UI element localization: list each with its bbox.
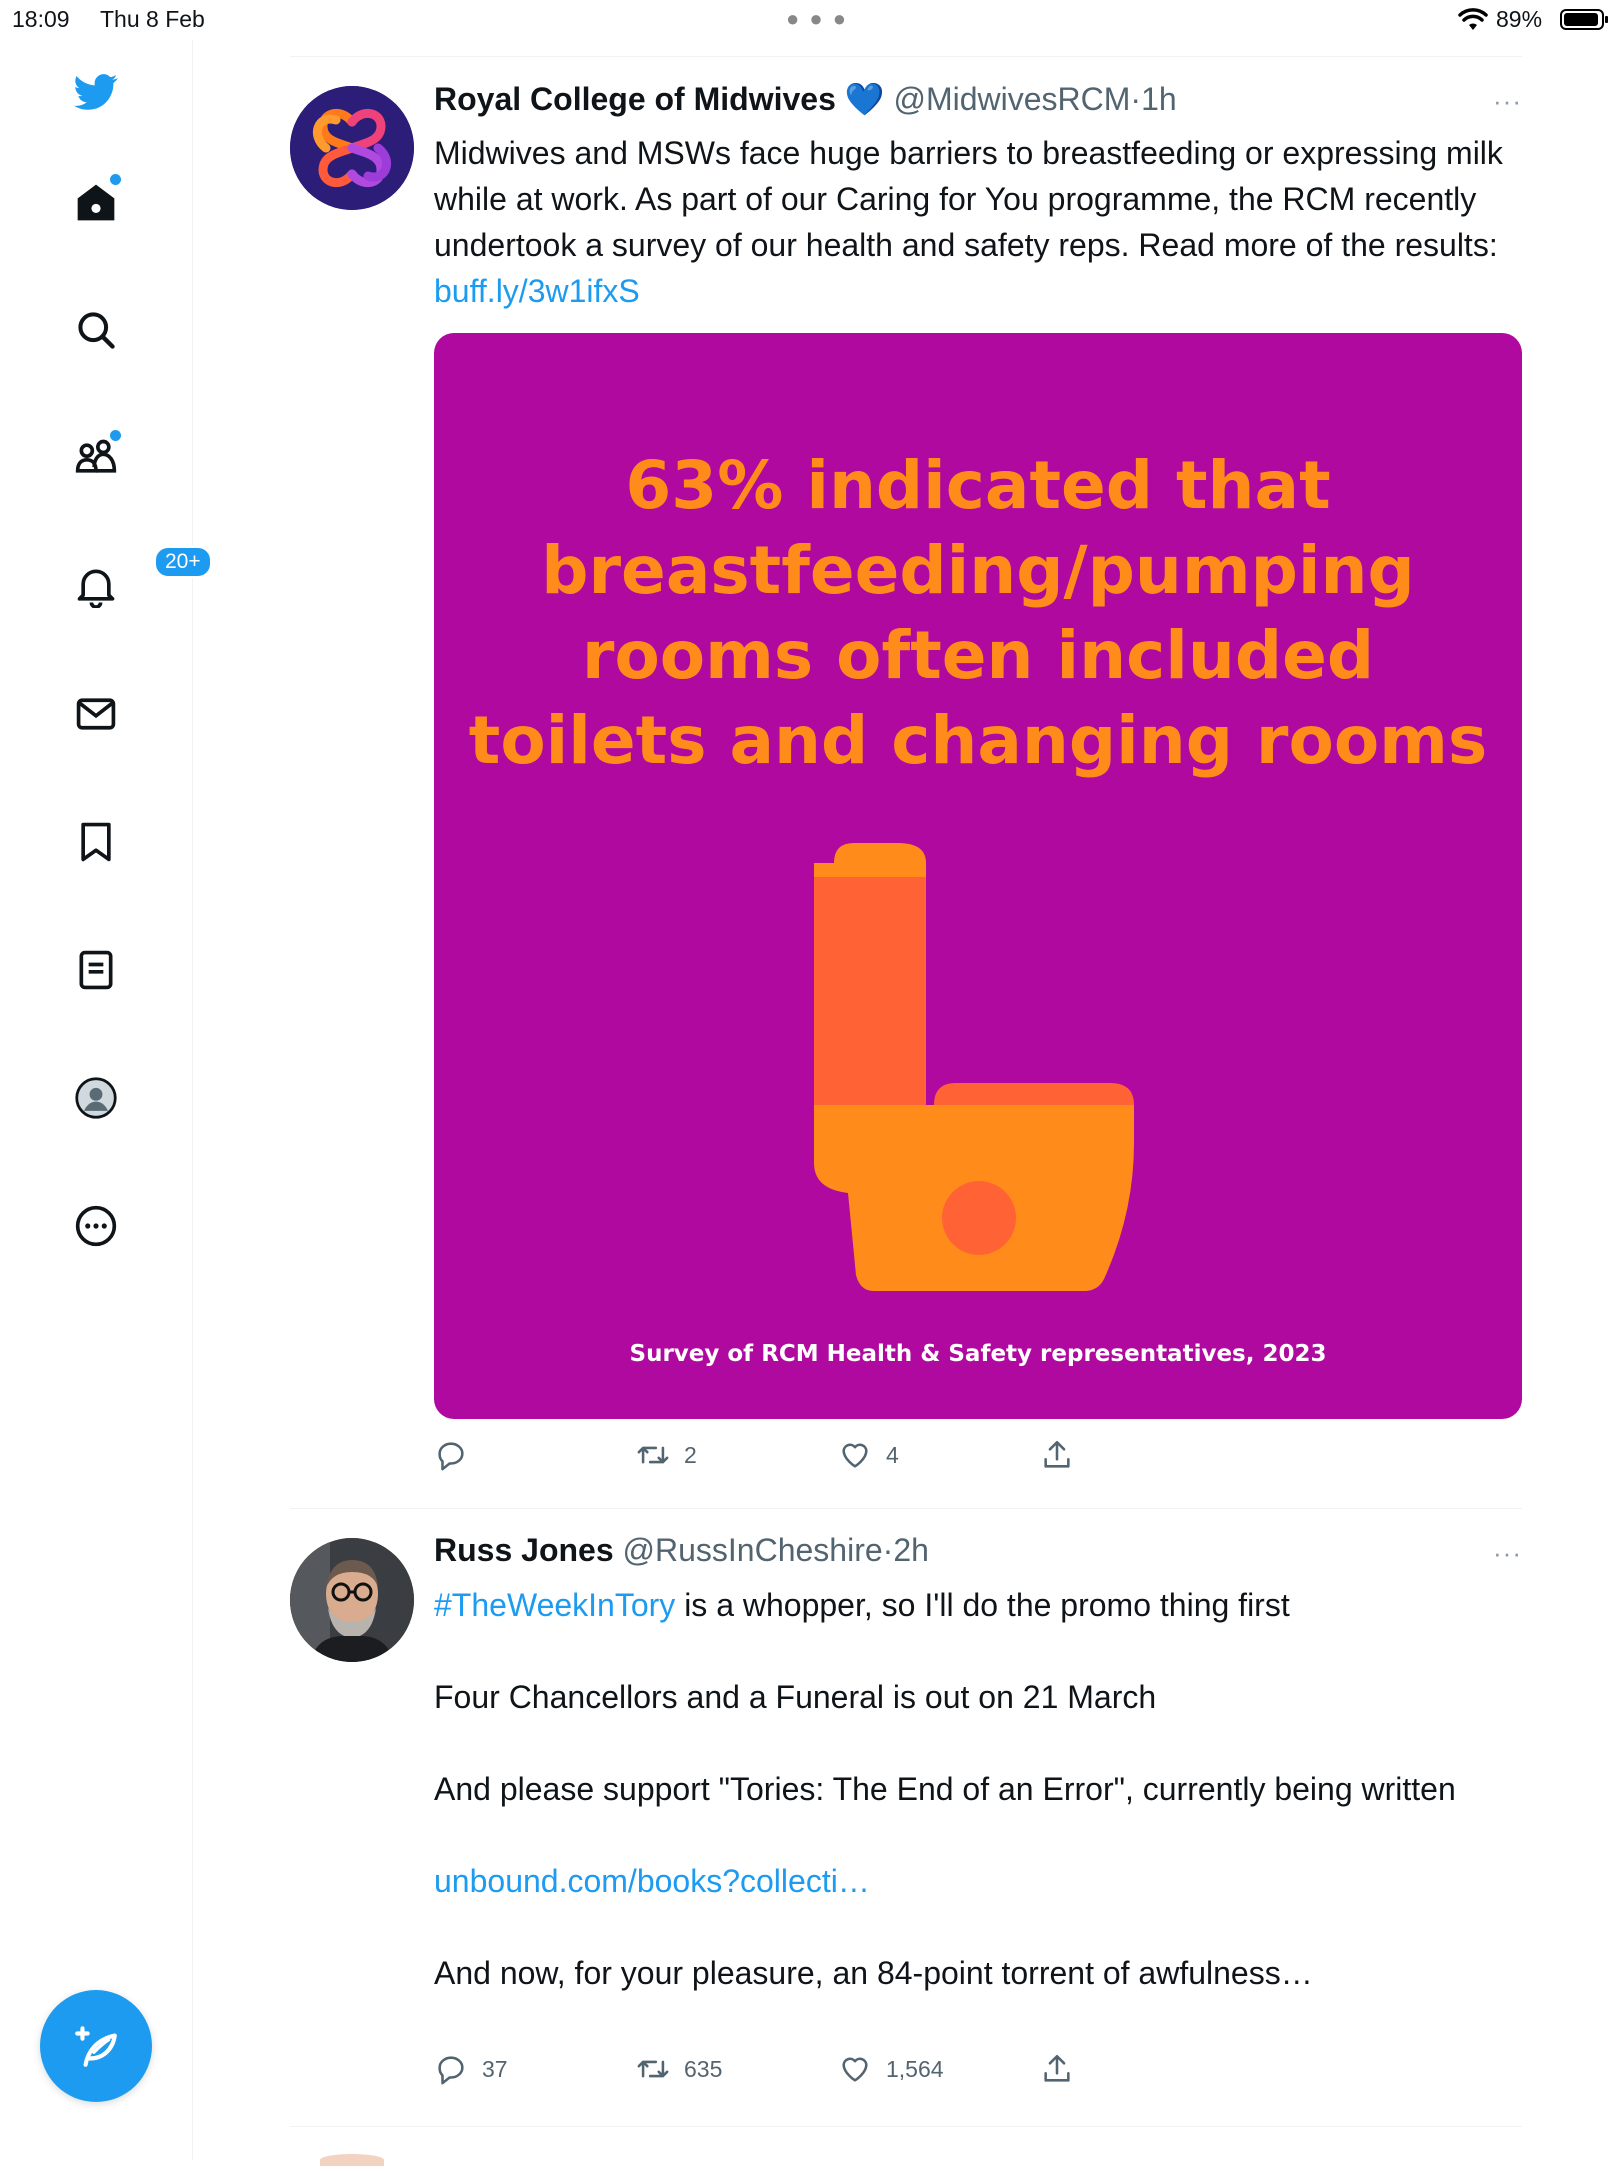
like-button[interactable]: 1,564 <box>838 2052 944 2086</box>
list-icon <box>79 950 113 990</box>
status-date: Thu 8 Feb <box>100 6 205 32</box>
share-icon <box>1044 1440 1070 1468</box>
nav-profile[interactable] <box>68 1070 124 1126</box>
tweet-text: #TheWeekInTory is a whopper, so I'll do … <box>434 1582 1522 1996</box>
retweet-count: 2 <box>684 1441 697 1468</box>
tweet-header: Royal College of Midwives 💙 @MidwivesRCM… <box>434 80 1177 118</box>
like-count: 1,564 <box>886 2055 944 2082</box>
search-icon <box>78 312 115 349</box>
compose-tweet-button[interactable] <box>40 1990 152 2102</box>
bell-icon <box>77 569 115 608</box>
nav-lists[interactable] <box>68 942 124 998</box>
tweet-line: Four Chancellors and a Funeral is out on… <box>434 1679 1157 1715</box>
battery-icon <box>1560 9 1608 30</box>
tweet-media-image[interactable]: 63% indicated that breastfeeding/pumping… <box>434 333 1522 1419</box>
rcm-logo-icon <box>290 86 414 210</box>
author-handle[interactable]: @RussInCheshire <box>623 1532 883 1568</box>
multitasking-dots-icon[interactable]: ● ● ● <box>786 6 848 32</box>
reply-count: 37 <box>482 2055 508 2082</box>
media-headline-line: toilets and changing rooms <box>468 702 1488 779</box>
tweet-actions: 2 4 <box>434 1438 1134 1482</box>
share-icon <box>1044 2054 1070 2082</box>
nav-notifications[interactable]: 20+ <box>68 546 212 614</box>
more-options-icon[interactable]: ··· <box>1493 86 1522 117</box>
tweet-text-body: Midwives and MSWs face huge barriers to … <box>434 135 1503 263</box>
nav-search[interactable] <box>68 302 124 358</box>
like-count: 4 <box>886 1441 899 1468</box>
media-headline-line: 63% indicated that <box>625 447 1331 524</box>
media-headline: 63% indicated that breastfeeding/pumping… <box>434 443 1522 783</box>
compose-feather-icon <box>75 2026 117 2067</box>
nav-messages[interactable] <box>68 686 124 742</box>
nav-bookmarks[interactable] <box>68 814 124 870</box>
retweet-button[interactable]: 635 <box>636 2052 722 2086</box>
media-caption: Survey of RCM Health & Safety representa… <box>629 1341 1327 1367</box>
tweet[interactable]: Royal College of Midwives 💙 @MidwivesRCM… <box>290 56 1522 1496</box>
user-photo <box>290 1538 414 1662</box>
mail-icon <box>76 698 116 730</box>
tweet-text-segment: is a whopper, so I'll do the promo thing… <box>675 1587 1290 1623</box>
nav-communities[interactable] <box>68 430 124 486</box>
next-tweet-avatar[interactable] <box>320 2154 384 2166</box>
heart-icon <box>842 1443 868 1468</box>
communities-icon <box>75 439 117 473</box>
wifi-icon <box>1458 6 1488 38</box>
tweet-header: Russ Jones @RussInCheshire·2h <box>434 1532 929 1569</box>
retweet-icon <box>637 2060 669 2078</box>
sidebar: 20+ <box>0 40 212 2160</box>
status-bar: 18:09 Thu 8 Feb ● ● ● 89% <box>0 0 1620 40</box>
tweet-time[interactable]: 1h <box>1141 81 1177 117</box>
like-button[interactable]: 4 <box>838 1438 899 1472</box>
tweet-text: Midwives and MSWs face huge barriers to … <box>434 130 1522 314</box>
heart-icon <box>842 2057 868 2082</box>
reply-button[interactable]: 37 <box>434 2052 508 2086</box>
media-headline-line: breastfeeding/pumping <box>541 532 1415 609</box>
reply-icon <box>438 1442 464 1471</box>
nav-home[interactable] <box>68 174 124 230</box>
tweet-link[interactable]: buff.ly/3w1ifxS <box>434 273 640 309</box>
author-name[interactable]: Royal College of Midwives <box>434 81 836 117</box>
home-notification-dot <box>110 174 121 185</box>
tweet-time[interactable]: 2h <box>893 1532 929 1568</box>
bookmark-icon <box>81 822 111 862</box>
avatar[interactable] <box>290 86 414 210</box>
hashtag-link[interactable]: #TheWeekInTory <box>434 1587 675 1623</box>
tweet-line: And please support "Tories: The End of a… <box>434 1771 1456 1807</box>
nav-more[interactable] <box>68 1198 124 1254</box>
profile-icon <box>75 1077 117 1119</box>
retweet-count: 635 <box>684 2055 723 2082</box>
tweet[interactable]: Russ Jones @RussInCheshire·2h ··· #TheWe… <box>290 1508 1522 2128</box>
verified-heart-icon: 💙 <box>844 81 885 117</box>
retweet-icon <box>637 1446 669 1464</box>
media-headline-line: rooms often included <box>581 617 1375 694</box>
tweet-actions: 37 635 1,564 <box>434 2052 1134 2096</box>
home-icon <box>77 184 115 221</box>
reply-icon <box>438 2056 464 2085</box>
separator-dot: · <box>1130 81 1142 117</box>
tweet-line: #TheWeekInTory is a whopper, so I'll do … <box>434 1582 1522 1628</box>
communities-notification-dot <box>110 430 121 441</box>
more-circle-icon <box>75 1205 117 1247</box>
share-button[interactable] <box>1040 1438 1074 1472</box>
share-button[interactable] <box>1040 2052 1074 2086</box>
twitter-logo-icon[interactable] <box>68 64 124 120</box>
battery-percent: 89% <box>1496 6 1543 32</box>
tweet-link[interactable]: unbound.com/books?collecti… <box>434 1858 1522 1904</box>
tweet-divider <box>290 2126 1522 2127</box>
author-handle[interactable]: @MidwivesRCM <box>893 81 1130 117</box>
notifications-badge: 20+ <box>154 546 212 578</box>
reply-button[interactable] <box>434 1438 482 1472</box>
separator-dot: · <box>882 1532 894 1568</box>
toilet-icon <box>814 843 1134 1291</box>
avatar[interactable] <box>290 1538 414 1662</box>
more-options-icon[interactable]: ··· <box>1493 1538 1522 1569</box>
tweet-line: And now, for your pleasure, an 84-point … <box>434 1955 1313 1991</box>
retweet-button[interactable]: 2 <box>636 1438 697 1472</box>
author-name[interactable]: Russ Jones <box>434 1532 614 1568</box>
status-time: 18:09 <box>12 6 70 32</box>
